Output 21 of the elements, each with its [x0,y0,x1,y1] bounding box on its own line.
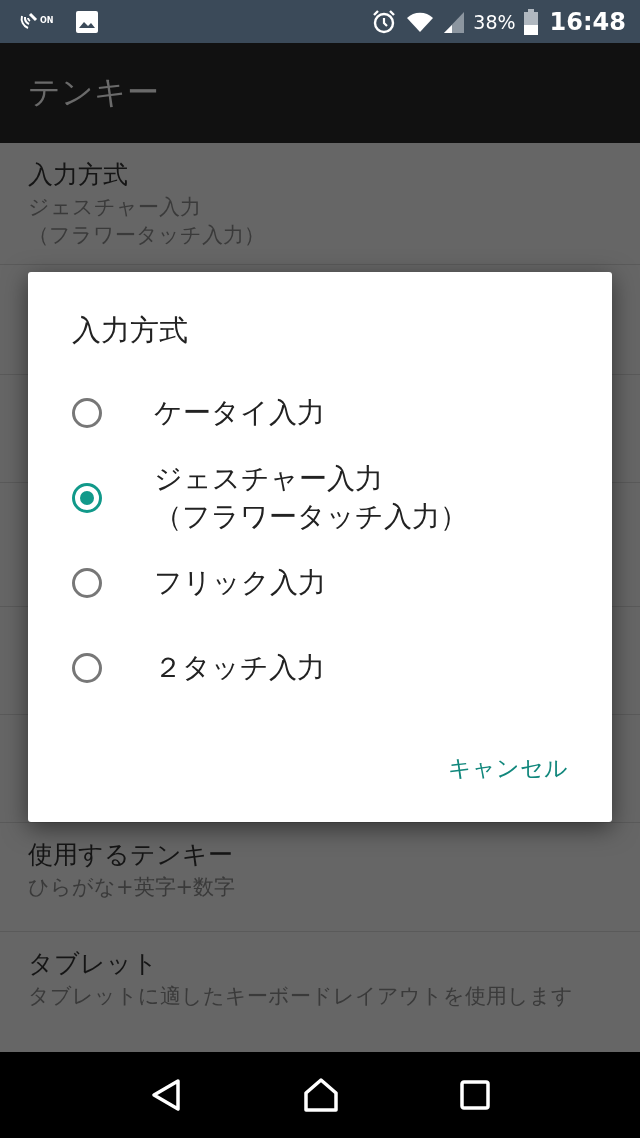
option-label[interactable]: フリック入力 [154,563,326,602]
battery-percent: 38% [473,10,516,33]
radio-button[interactable] [72,652,102,683]
image-icon [75,10,98,33]
option-label[interactable]: （フラワータッチ入力） [154,497,468,536]
battery-icon [523,8,538,35]
option-label[interactable]: ジェスチャー入力 [154,459,383,498]
screen-title: テンキー [28,72,159,113]
option-label[interactable]: ２タッチ入力 [154,648,325,687]
back-icon[interactable] [150,1078,182,1112]
dialog-title: 入力方式 [72,312,189,349]
recents-icon[interactable] [460,1080,490,1110]
nfc-label: ON [40,15,54,25]
nfc-icon [18,11,40,32]
home-icon[interactable] [302,1077,340,1113]
radio-button[interactable] [72,482,102,513]
option-label[interactable]: ケータイ入力 [154,393,325,432]
radio-button[interactable] [72,567,102,598]
cancel-button[interactable]: キャンセル [448,745,568,792]
radio-button[interactable] [72,397,102,428]
clock-time: 16:48 [549,7,626,36]
